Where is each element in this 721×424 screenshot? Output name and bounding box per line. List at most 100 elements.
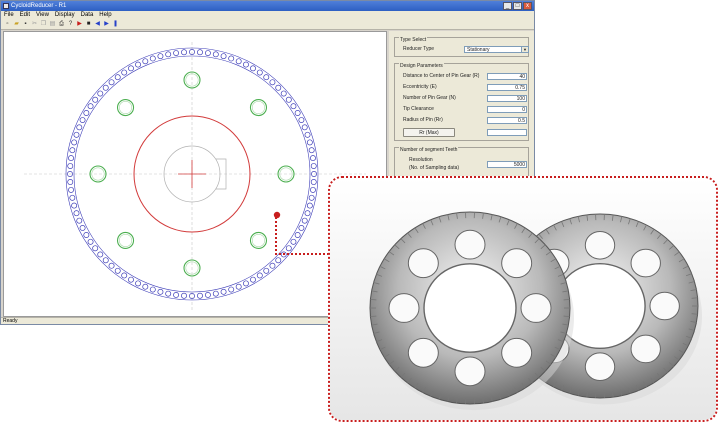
cut-icon[interactable]: ✂ <box>31 21 38 28</box>
disc-hole <box>388 293 420 323</box>
pin <box>294 232 301 238</box>
menu-display[interactable]: Display <box>55 11 75 20</box>
resolution-field[interactable]: 5000 <box>487 161 527 168</box>
pin <box>142 58 149 65</box>
disc-tooth <box>691 313 698 315</box>
reducer-type-label: Reducer Type <box>403 46 435 52</box>
disc-hole <box>520 293 552 323</box>
type-select-title: Type Select <box>399 37 428 43</box>
run-icon[interactable]: ▶ <box>76 21 83 28</box>
pin <box>280 251 287 258</box>
tip-clearance-label: Tip Clearance <box>403 106 434 112</box>
pin <box>181 292 187 299</box>
hole <box>249 231 268 250</box>
pin <box>275 84 282 91</box>
reducer-type-select[interactable]: Stationary ▼ <box>464 46 529 53</box>
menu-help[interactable]: Help <box>99 11 111 20</box>
pin <box>308 147 315 154</box>
menu-edit[interactable]: Edit <box>20 11 30 20</box>
eccentricity-field[interactable]: 0.75 <box>487 84 527 91</box>
save-icon[interactable]: ▪ <box>22 21 29 28</box>
step-back-icon[interactable]: ◀ <box>94 21 101 28</box>
pin <box>235 283 242 290</box>
stop-icon[interactable]: ■ <box>85 21 92 28</box>
pin <box>76 124 83 131</box>
disc-hole <box>407 248 439 279</box>
chevron-down-icon[interactable]: ▼ <box>521 47 528 52</box>
disc-tooth <box>370 298 377 301</box>
disc-hole <box>454 356 486 387</box>
pin <box>308 194 315 201</box>
pin <box>73 210 80 217</box>
pin <box>197 292 203 299</box>
tip-clearance-field[interactable]: 0 <box>487 106 527 113</box>
pin <box>73 131 80 138</box>
open-icon[interactable]: ▰ <box>13 21 20 28</box>
pin <box>275 257 282 264</box>
callout-marker <box>273 211 281 219</box>
menu-data[interactable]: Data <box>81 11 94 20</box>
pin <box>256 69 263 76</box>
maximize-button[interactable]: □ <box>513 2 522 10</box>
new-icon[interactable]: ▫ <box>4 21 11 28</box>
pin <box>298 225 305 231</box>
photo-callout <box>328 176 718 422</box>
hole <box>116 231 135 250</box>
rr-max-button[interactable]: Rr (Max) <box>403 128 455 137</box>
design-parameters-title: Design Parameters <box>399 63 444 69</box>
hole-inner <box>251 101 265 115</box>
pin <box>263 74 270 81</box>
disc-hole <box>584 230 616 260</box>
disc-hole <box>501 337 533 368</box>
hole <box>116 98 135 117</box>
pin <box>79 225 86 231</box>
menu-view[interactable]: View <box>36 11 49 20</box>
disc-hole <box>630 248 661 278</box>
rr-max-field[interactable] <box>487 129 527 136</box>
title-bar: CycloidReducer - R1 _ □ x <box>1 1 534 11</box>
disc-bore <box>423 263 517 353</box>
distance-label: Distance to Center of Pin Gear (R) <box>403 73 480 79</box>
pin <box>235 58 242 65</box>
pin <box>228 55 235 62</box>
pin <box>83 232 90 238</box>
pin <box>67 179 74 185</box>
copy-icon[interactable]: ❐ <box>40 21 47 28</box>
close-button[interactable]: x <box>523 2 532 10</box>
pause-icon[interactable]: ❚ <box>112 21 119 28</box>
pin-radius-field[interactable]: 0.5 <box>487 117 527 124</box>
status-text: Ready <box>3 318 18 324</box>
pin <box>285 245 292 252</box>
pin <box>306 139 313 146</box>
minimize-button[interactable]: _ <box>503 2 512 10</box>
hole-inner <box>119 101 133 115</box>
disc-hole <box>630 334 661 364</box>
resolution-label: Resolution <box>409 157 433 163</box>
pin <box>108 262 115 269</box>
pin <box>304 131 311 138</box>
hole-inner <box>91 167 105 181</box>
step-forward-icon[interactable]: ▶ <box>103 21 110 28</box>
pin <box>165 51 172 58</box>
pin <box>197 49 203 56</box>
disc-hole <box>584 352 616 382</box>
pin <box>68 186 74 193</box>
sampling-label: (No. of Sampling data) <box>409 165 460 171</box>
pin <box>108 79 115 86</box>
pin-count-field[interactable]: 100 <box>487 95 527 102</box>
help-icon[interactable]: ? <box>67 21 74 28</box>
menu-file[interactable]: File <box>4 11 14 20</box>
pin <box>157 53 164 60</box>
pin <box>243 280 249 287</box>
pin <box>306 202 313 209</box>
pin <box>285 96 292 103</box>
pin <box>290 103 297 110</box>
print-icon[interactable]: ⎙ <box>58 21 65 28</box>
pin <box>181 49 187 56</box>
paste-icon[interactable]: ▤ <box>49 21 56 28</box>
pin <box>220 53 227 60</box>
hole <box>249 98 268 117</box>
pin <box>263 267 270 274</box>
distance-field[interactable]: 40 <box>487 73 527 80</box>
pin <box>97 251 104 258</box>
